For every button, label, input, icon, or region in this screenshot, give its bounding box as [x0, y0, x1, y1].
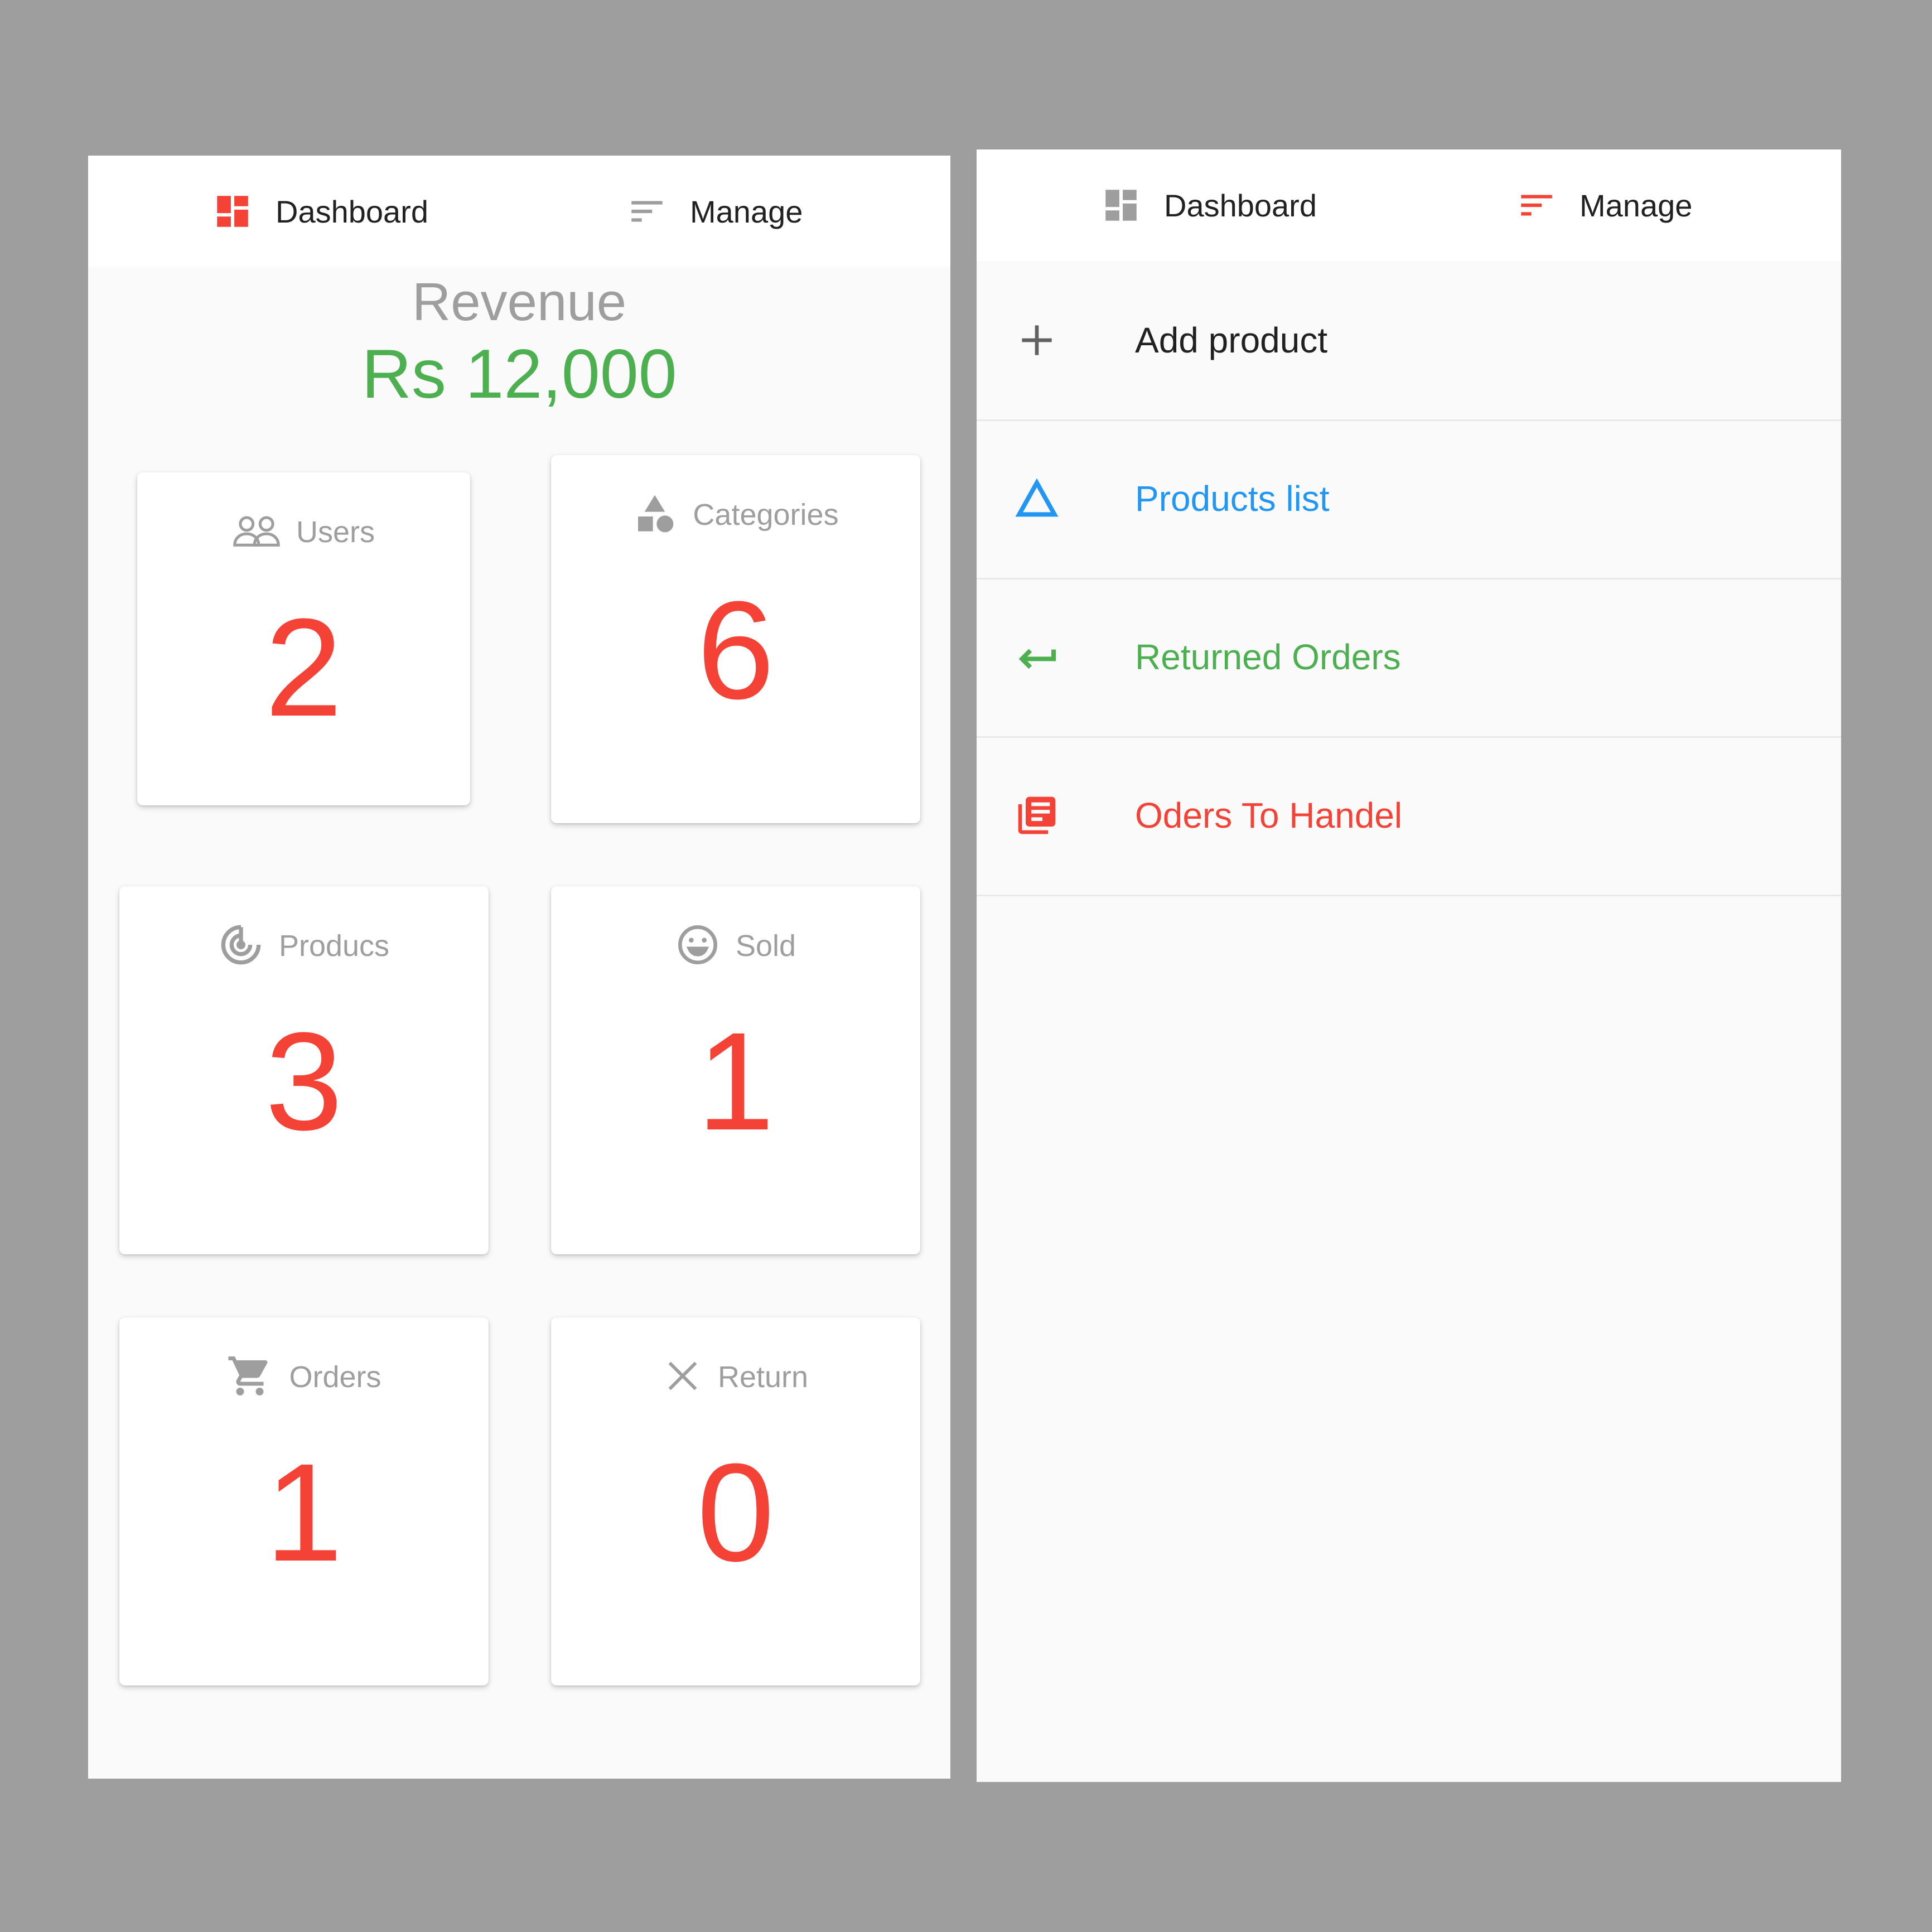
- users-icon: [233, 514, 281, 551]
- sort-lines-icon: [626, 191, 668, 232]
- tab-manage-label: Manage: [690, 194, 803, 229]
- card-header: Producs: [119, 921, 489, 971]
- menu-item-add-product[interactable]: Add product: [977, 261, 1841, 421]
- revenue-value: Rs 12,000: [361, 336, 677, 413]
- return-card[interactable]: Return 0: [551, 1317, 920, 1685]
- card-label: Categories: [693, 498, 839, 532]
- radar-icon: [219, 922, 263, 970]
- dashboard-icon: [212, 191, 253, 232]
- plus-icon: [1015, 318, 1059, 363]
- tab-manage-label: Manage: [1580, 187, 1693, 223]
- triangle-icon: [1015, 476, 1059, 521]
- library-books-icon: [1015, 793, 1059, 838]
- menu-item-label: Oders To Handel: [1135, 795, 1403, 835]
- menu-item-label: Products list: [1135, 479, 1330, 519]
- card-header: Users: [137, 507, 470, 557]
- sold-card[interactable]: Sold 1: [551, 886, 920, 1254]
- products-card[interactable]: Producs 3: [119, 886, 489, 1254]
- card-value: 0: [697, 1434, 775, 1590]
- menu-item-label: Returned Orders: [1135, 637, 1401, 677]
- card-label: Return: [717, 1360, 809, 1394]
- orders-card[interactable]: Orders 1: [119, 1317, 489, 1685]
- card-label: Sold: [735, 929, 796, 963]
- menu-item-label: Add product: [1135, 320, 1328, 360]
- tab-manage[interactable]: Manage: [626, 156, 803, 267]
- card-value: 1: [265, 1434, 343, 1590]
- card-header: Return: [551, 1352, 920, 1402]
- card-label: Producs: [278, 929, 390, 963]
- dashboard-icon: [1100, 185, 1142, 226]
- sort-lines-icon: [1516, 185, 1557, 226]
- smiley-icon: [675, 922, 720, 970]
- shapes-icon: [632, 491, 677, 539]
- users-card[interactable]: Users 2: [137, 472, 470, 805]
- manage-screen: Dashboard Manage Add product Products li…: [977, 149, 1841, 1782]
- card-value: 6: [697, 572, 775, 728]
- card-header: Orders: [119, 1352, 489, 1402]
- tab-dashboard-label: Dashboard: [276, 194, 428, 229]
- close-icon: [663, 1356, 702, 1398]
- menu-item-products-list[interactable]: Products list: [977, 419, 1841, 579]
- card-label: Users: [296, 515, 375, 549]
- card-header: Sold: [551, 921, 920, 971]
- tab-dashboard[interactable]: Dashboard: [212, 156, 428, 267]
- return-arrow-icon: [1015, 635, 1059, 679]
- card-header: Categories: [551, 490, 920, 540]
- tab-bar: Dashboard Manage: [977, 149, 1841, 261]
- tab-dashboard[interactable]: Dashboard: [1100, 149, 1317, 261]
- tab-manage[interactable]: Manage: [1516, 149, 1692, 261]
- cart-icon: [226, 1353, 273, 1402]
- tab-bar: Dashboard Manage: [88, 156, 950, 267]
- card-label: Orders: [289, 1360, 381, 1394]
- card-value: 1: [697, 1003, 775, 1159]
- card-value: 2: [264, 590, 343, 745]
- card-value: 3: [265, 1003, 343, 1159]
- menu-item-returned-orders[interactable]: Returned Orders: [977, 578, 1841, 738]
- dashboard-screen: Dashboard Manage Revenue Rs 12,000 Users…: [88, 156, 950, 1779]
- revenue-label: Revenue: [412, 272, 627, 332]
- tab-dashboard-label: Dashboard: [1164, 187, 1317, 223]
- menu-item-orders-to-handle[interactable]: Oders To Handel: [977, 736, 1841, 896]
- categories-card[interactable]: Categories 6: [551, 455, 920, 823]
